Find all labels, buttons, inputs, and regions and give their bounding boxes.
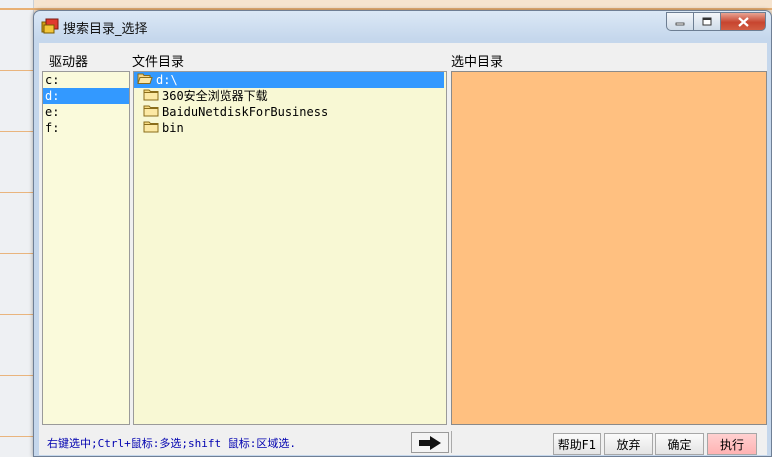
close-button[interactable] [720, 12, 766, 31]
selected-header: 选中目录 [451, 55, 504, 70]
app-icon [41, 18, 59, 34]
close-icon [737, 16, 749, 27]
maximize-button[interactable] [693, 12, 720, 31]
add-directory-button[interactable] [411, 432, 449, 453]
cancel-button[interactable]: 放弃 [604, 433, 653, 455]
directories-header: 文件目录 [132, 55, 185, 70]
folder-icon [143, 88, 159, 105]
drive-list[interactable]: c: d: e: f: [42, 71, 130, 425]
drive-item[interactable]: c: [43, 72, 129, 88]
folder-icon [143, 120, 159, 137]
drive-item[interactable]: d: [43, 88, 129, 104]
title-bar[interactable]: 搜索目录_选择 [34, 11, 771, 41]
window-controls [666, 12, 766, 31]
directory-item[interactable]: d:\ [134, 72, 444, 88]
drive-item[interactable]: f: [43, 120, 129, 136]
folder-icon [143, 104, 159, 121]
directory-select-dialog: 搜索目录_选择 驱动器 文件目录 选中目录 c: d: e: f: d:\ 36… [33, 10, 772, 457]
directory-label: d:\ [156, 73, 178, 87]
selected-directory-list[interactable] [451, 71, 767, 425]
background-ruler [0, 10, 34, 457]
open-folder-icon [137, 72, 153, 89]
drives-header: 驱动器 [49, 55, 89, 70]
directory-label: bin [162, 121, 184, 135]
status-divider [451, 431, 452, 453]
directory-item[interactable]: 360安全浏览器下载 [134, 88, 446, 104]
minimize-icon [675, 22, 685, 25]
minimize-button[interactable] [666, 12, 693, 31]
hint-text: 右键选中;Ctrl+鼠标:多选;shift 鼠标:区域选. [47, 437, 296, 450]
right-arrow-icon [419, 435, 441, 450]
window-title: 搜索目录_选择 [63, 22, 148, 37]
ok-button[interactable]: 确定 [655, 433, 704, 455]
directory-item[interactable]: bin [134, 120, 446, 136]
directory-label: 360安全浏览器下载 [162, 89, 268, 103]
dialog-client-area: 驱动器 文件目录 选中目录 c: d: e: f: d:\ 360安全浏览器下载 Baid… [39, 43, 767, 455]
directory-tree[interactable]: d:\ 360安全浏览器下载 BaiduNetdiskForBusiness bin [133, 71, 447, 425]
maximize-icon [702, 17, 712, 26]
drive-item[interactable]: e: [43, 104, 129, 120]
status-bar: 右键选中;Ctrl+鼠标:多选;shift 鼠标:区域选. 帮助F1 放弃 确定… [39, 429, 767, 455]
directory-label: BaiduNetdiskForBusiness [162, 105, 329, 119]
directory-item[interactable]: BaiduNetdiskForBusiness [134, 104, 446, 120]
run-button[interactable]: 执行 [707, 433, 757, 455]
help-button[interactable]: 帮助F1 [553, 433, 601, 455]
